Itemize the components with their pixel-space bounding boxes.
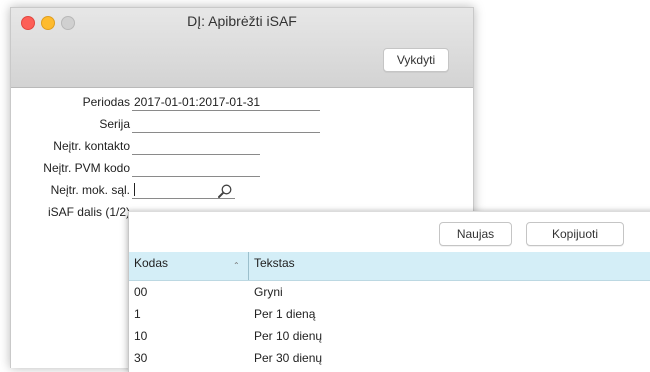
- table-row[interactable]: 00 Gryni: [129, 281, 650, 303]
- mok-sal-label: Neįtr. mok. sąl.: [50, 183, 130, 197]
- serija-label: Serija: [99, 117, 130, 131]
- column-header-tekstas[interactable]: Tekstas: [254, 256, 295, 270]
- pvm-label: Neįtr. PVM kodo: [43, 161, 130, 175]
- table-header: Kodas ⌃ Tekstas: [129, 252, 650, 281]
- column-divider[interactable]: [248, 252, 249, 280]
- magnifier-icon[interactable]: [217, 183, 233, 199]
- periodas-field[interactable]: 2017-01-01:2017-01-31: [132, 95, 320, 111]
- serija-row: Serija: [11, 117, 473, 137]
- mok-sal-row: Neįtr. mok. sąl.: [11, 183, 473, 203]
- kontakto-row: Neįtr. kontakto: [11, 139, 473, 159]
- sort-ascending-icon[interactable]: ⌃: [233, 261, 240, 270]
- window-toolbar: DĮ: Apibrėžti iSAF Vykdyti: [11, 8, 473, 88]
- window-title: DĮ: Apibrėžti iSAF: [187, 13, 297, 29]
- column-header-kodas[interactable]: Kodas: [134, 256, 168, 270]
- row-kodas: 30: [134, 351, 148, 365]
- periodas-row: Periodas 2017-01-01:2017-01-31: [11, 95, 473, 115]
- kontakto-field[interactable]: [132, 139, 260, 155]
- table-row[interactable]: 30 Per 30 dienų: [129, 347, 650, 369]
- text-cursor: [134, 183, 135, 196]
- table-row[interactable]: 1 Per 1 dieną: [129, 303, 650, 325]
- copy-button[interactable]: Kopijuoti: [526, 222, 624, 246]
- pvm-field[interactable]: [132, 161, 260, 177]
- row-kodas: 1: [134, 307, 141, 321]
- row-kodas: 00: [134, 285, 148, 299]
- run-button[interactable]: Vykdyti: [383, 48, 449, 72]
- row-tekstas: Per 1 dieną: [254, 307, 316, 321]
- kontakto-label: Neįtr. kontakto: [53, 139, 130, 153]
- row-tekstas: Gryni: [254, 285, 283, 299]
- row-kodas: 10: [134, 329, 148, 343]
- new-button[interactable]: Naujas: [439, 222, 512, 246]
- serija-field[interactable]: [132, 117, 320, 133]
- dalis-label: iSAF dalis (1/2): [47, 205, 130, 219]
- table-row[interactable]: 10 Per 10 dienų: [129, 325, 650, 347]
- periodas-label: Periodas: [82, 95, 130, 109]
- pvm-row: Neįtr. PVM kodo: [11, 161, 473, 181]
- lookup-popup: Naujas Kopijuoti Kodas ⌃ Tekstas 00 Gryn…: [128, 211, 650, 372]
- row-tekstas: Per 30 dienų: [254, 351, 323, 365]
- row-tekstas: Per 10 dienų: [254, 329, 323, 343]
